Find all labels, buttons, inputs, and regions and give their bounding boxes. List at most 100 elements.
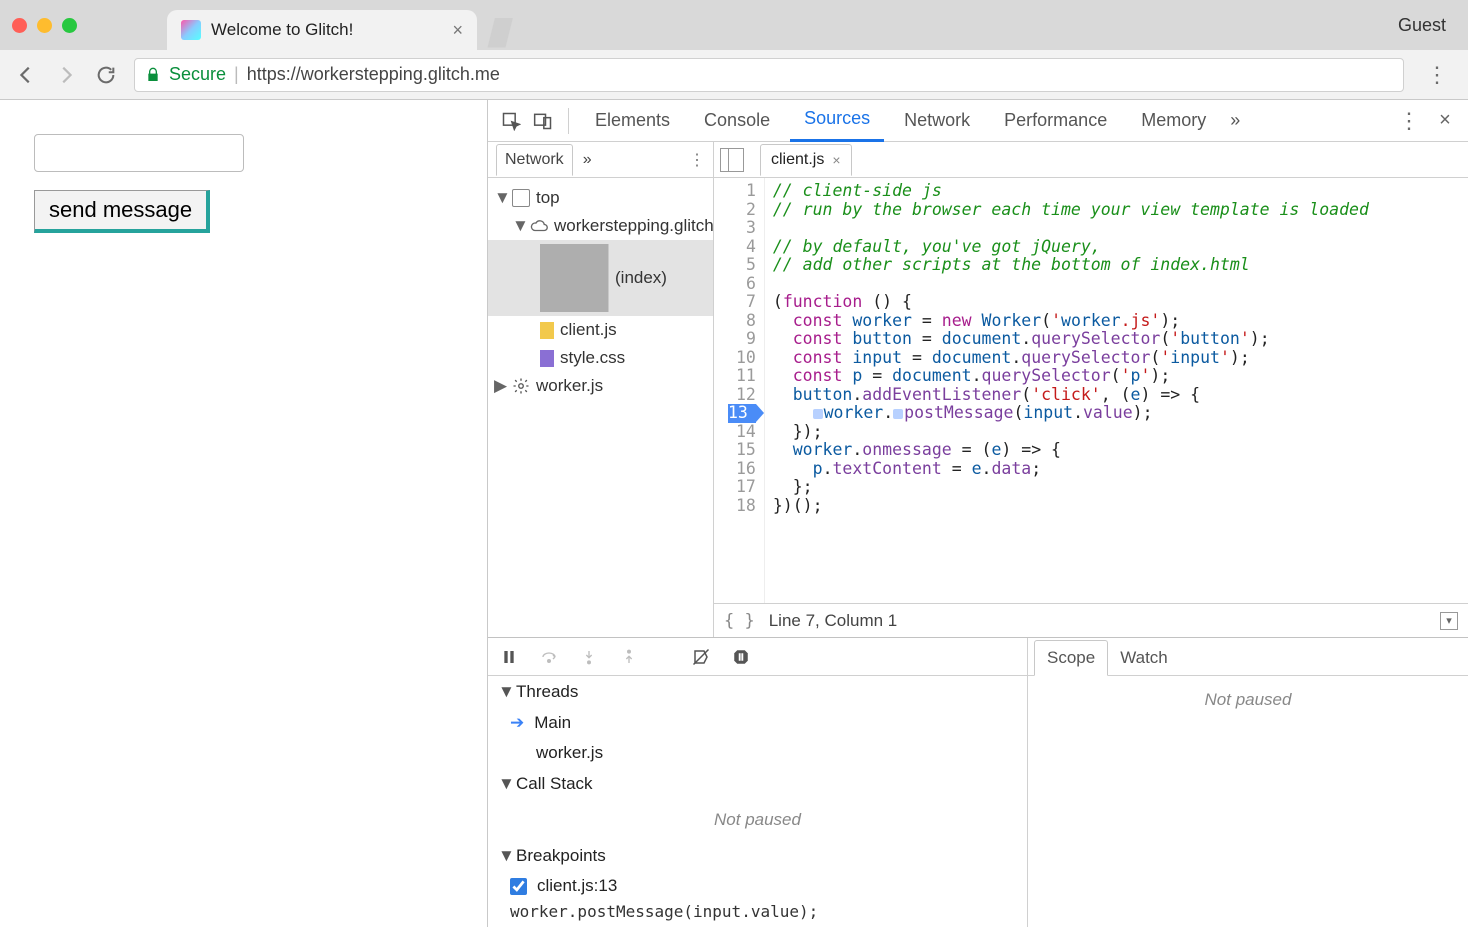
tree-file-clientjs[interactable]: client.js [488, 316, 713, 344]
scope-watch-tabs: Scope Watch [1028, 638, 1468, 676]
close-editor-tab-icon[interactable]: × [832, 152, 840, 168]
navigator-menu-icon[interactable]: ⋮ [689, 150, 705, 170]
devtools-menu-icon[interactable]: ⋮ [1392, 108, 1426, 134]
toolbar: Secure | https://workerstepping.glitch.m… [0, 50, 1468, 100]
close-tab-icon[interactable]: × [452, 20, 463, 41]
devtools-tabs: Elements Console Sources Network Perform… [488, 100, 1468, 142]
chevron-right-icon: ▶ [494, 376, 506, 396]
tree-label: style.css [560, 348, 625, 368]
more-nav-tabs-icon[interactable]: » [583, 151, 592, 169]
back-button[interactable] [14, 63, 38, 87]
current-thread-icon: ➔ [510, 713, 524, 733]
breakpoint-code: worker.postMessage(input.value); [488, 900, 1027, 927]
profile-label[interactable]: Guest [1398, 15, 1446, 36]
deactivate-breakpoints-icon[interactable] [690, 646, 712, 668]
scope-body: Not paused [1028, 676, 1468, 927]
page-content: send message [0, 100, 488, 927]
navigator-tab-network[interactable]: Network [496, 144, 573, 176]
pretty-print-icon[interactable]: { } [724, 611, 755, 631]
tree-top[interactable]: ▼ top [488, 184, 713, 212]
chevron-down-icon: ▼ [498, 846, 510, 866]
code-area[interactable]: 123456789101112131415161718 // client-si… [714, 178, 1468, 603]
pause-on-exceptions-icon[interactable] [730, 646, 752, 668]
address-bar[interactable]: Secure | https://workerstepping.glitch.m… [134, 58, 1404, 92]
breakpoint-entry[interactable]: client.js:13 [488, 872, 1027, 900]
step-into-icon [578, 646, 600, 668]
editor-tabs: client.js × [714, 142, 1468, 178]
tab-watch[interactable]: Watch [1108, 641, 1180, 675]
debugger-right: Scope Watch Not paused [1028, 638, 1468, 927]
tab-console[interactable]: Console [690, 102, 784, 139]
line-gutter[interactable]: 123456789101112131415161718 [714, 178, 765, 603]
chevron-down-icon: ▼ [494, 188, 506, 208]
thread-label: worker.js [536, 743, 603, 763]
tree-worker[interactable]: ▶ worker.js [488, 372, 713, 400]
tab-scope[interactable]: Scope [1034, 640, 1108, 676]
callstack-section[interactable]: ▼ Call Stack [488, 768, 1027, 800]
tree-label: client.js [560, 320, 617, 340]
devtools-panel: Elements Console Sources Network Perform… [488, 100, 1468, 927]
secure-label: Secure [169, 64, 226, 85]
thread-main[interactable]: ➔ Main [488, 708, 1027, 738]
tree-label: workerstepping.glitch [554, 216, 714, 236]
code-body[interactable]: // client-side js// run by the browser e… [765, 178, 1377, 603]
css-file-icon [540, 350, 554, 367]
thread-label: Main [534, 713, 571, 733]
breakpoints-section[interactable]: ▼ Breakpoints [488, 840, 1027, 872]
minimize-window-icon[interactable] [37, 18, 52, 33]
maximize-window-icon[interactable] [62, 18, 77, 33]
tree-file-stylecss[interactable]: style.css [488, 344, 713, 372]
navigator-tabs: Network » ⋮ [488, 142, 713, 178]
callstack-status: Not paused [488, 800, 1027, 840]
file-navigator: Network » ⋮ ▼ top ▼ workers [488, 142, 714, 637]
browser-tab[interactable]: Welcome to Glitch! × [167, 10, 477, 50]
chevron-down-icon: ▼ [498, 774, 510, 794]
tab-sources[interactable]: Sources [790, 100, 884, 142]
forward-button [54, 63, 78, 87]
section-label: Call Stack [516, 774, 593, 794]
step-out-icon [618, 646, 640, 668]
new-tab-button[interactable] [483, 18, 513, 48]
separator [568, 108, 569, 134]
editor-tab-clientjs[interactable]: client.js × [760, 144, 852, 176]
url-text: https://workerstepping.glitch.me [247, 64, 500, 85]
lock-icon [145, 67, 161, 83]
close-devtools-icon[interactable]: × [1432, 108, 1458, 134]
editor-tab-label: client.js [771, 151, 824, 169]
js-file-icon [540, 322, 554, 339]
browser-menu-icon[interactable]: ⋮ [1420, 62, 1454, 88]
pause-icon[interactable] [498, 646, 520, 668]
chevron-down-icon: ▼ [512, 216, 524, 236]
inspect-element-icon[interactable] [498, 108, 524, 134]
cursor-position: Line 7, Column 1 [769, 611, 898, 631]
breakpoint-file-label: client.js:13 [537, 876, 617, 896]
source-editor: client.js × 123456789101112131415161718 … [714, 142, 1468, 637]
scroll-indicator-icon[interactable]: ▾ [1440, 612, 1458, 630]
tab-performance[interactable]: Performance [990, 102, 1121, 139]
gear-icon [512, 377, 530, 395]
toggle-navigator-icon[interactable] [720, 148, 744, 172]
debugger-toolbar [488, 638, 1027, 676]
tab-elements[interactable]: Elements [581, 102, 684, 139]
close-window-icon[interactable] [12, 18, 27, 33]
tab-title: Welcome to Glitch! [211, 20, 353, 40]
step-over-icon [538, 646, 560, 668]
threads-section[interactable]: ▼ Threads [488, 676, 1027, 708]
message-input[interactable] [34, 134, 244, 172]
section-label: Breakpoints [516, 846, 606, 866]
tab-network[interactable]: Network [890, 102, 984, 139]
tree-file-index[interactable]: (index) [488, 240, 713, 316]
window-titlebar: Welcome to Glitch! × Guest [0, 0, 1468, 50]
reload-button[interactable] [94, 63, 118, 87]
send-message-button[interactable]: send message [34, 190, 210, 233]
device-toolbar-icon[interactable] [530, 108, 556, 134]
tree-domain[interactable]: ▼ workerstepping.glitch [488, 212, 713, 240]
editor-statusbar: { } Line 7, Column 1 ▾ [714, 603, 1468, 637]
cloud-icon [530, 217, 548, 235]
tab-memory[interactable]: Memory [1127, 102, 1220, 139]
more-tabs-icon[interactable]: » [1230, 110, 1240, 131]
thread-worker[interactable]: worker.js [488, 738, 1027, 768]
traffic-lights [12, 18, 77, 33]
breakpoint-checkbox[interactable] [510, 878, 527, 895]
document-icon [540, 244, 609, 312]
